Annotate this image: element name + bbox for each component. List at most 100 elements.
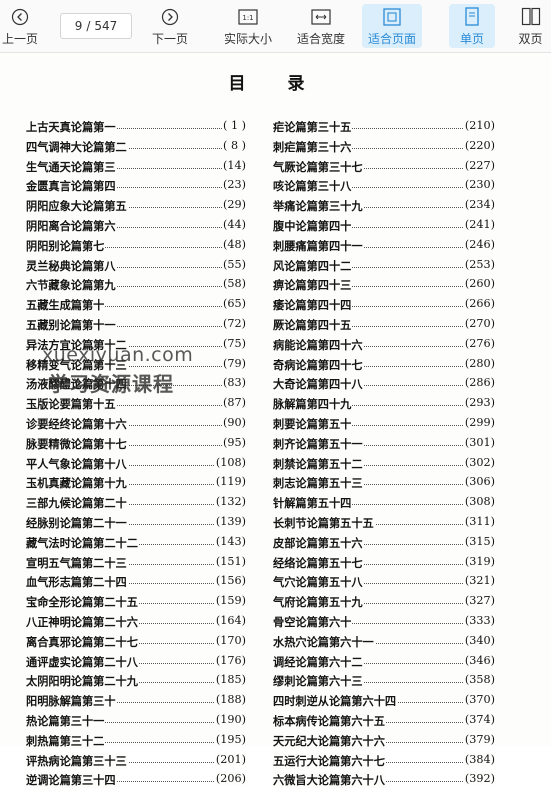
toc-entry-page: (346): [463, 653, 495, 667]
toc-entry: 刺疟篇第三十六 (220): [273, 138, 495, 159]
toc-entry-page: (190): [214, 712, 246, 726]
toc-entry-title: 阴阳别论篇第七: [26, 237, 106, 254]
actual-size-button[interactable]: 1:1 实际大小: [222, 4, 274, 48]
toc-entry-page: (333): [463, 613, 495, 627]
toc-entry-page: (201): [214, 752, 246, 766]
fit-page-button[interactable]: 适合页面: [362, 4, 422, 48]
toc-entry-title: 上古天真论篇第一: [26, 119, 117, 135]
toc-entry: 玉版论要篇第十五 (87): [26, 396, 246, 416]
toc-entry-page: (266): [463, 297, 495, 311]
toc-entry-page: (319): [463, 554, 495, 568]
toc-entry: 缪刺论篇第六十三 (358): [273, 673, 495, 693]
toc-entry-page: (164): [214, 613, 246, 627]
toc-entry-page: (75): [222, 336, 246, 350]
next-page-button[interactable]: 下一页: [150, 4, 190, 48]
toc-entry: 离合真邪论篇第二十七 (170): [26, 633, 246, 654]
toc-entry-page: (286): [463, 376, 495, 390]
toc-entry-page: (79): [222, 356, 246, 370]
toc-entry-page: (14): [222, 158, 246, 172]
toc-entry: 刺要论篇第五十 (299): [273, 415, 495, 436]
toc-entry-title: 大奇论篇第四十八: [273, 376, 364, 393]
toc-entry-title: 长刺节论篇第五十五: [273, 514, 375, 531]
toc-entry-title: 宝命全形论篇第二十五: [26, 594, 139, 611]
toc-entry-title: 宣明五气篇第二十三: [26, 554, 128, 571]
double-page-label: 双页: [518, 32, 543, 46]
toc-entry-title: 五藏生成篇第十: [26, 297, 106, 314]
toc-right-column: 疟论篇第三十五 (210) 刺疟篇第三十六 (220) 气厥论篇第三十七 (227) 咳论篇…: [273, 119, 495, 792]
next-page-label: 下一页: [151, 32, 188, 46]
prev-page-button[interactable]: 上一页: [0, 4, 40, 48]
toc-entry-title: 评热病论篇第三十三: [26, 752, 128, 769]
toc-entry-page: (270): [463, 316, 495, 330]
toc-entry-page: (220): [463, 138, 495, 152]
toc-entry: 经脉别论篇第二十一 (139): [26, 514, 246, 535]
toc-entry: 痹论篇第四十三 (260): [273, 277, 495, 297]
toc-entry-page: (299): [463, 415, 495, 429]
toc-entry-title: 阴阳离合论篇第六: [26, 217, 117, 234]
document-page: 目 录 上古天真论篇第一 ( 1 ) 四气调神大论篇第二 ( 8 ) 生气通天论篇第三 (…: [0, 53, 551, 789]
toc-entry-page: (230): [463, 178, 495, 192]
toc-entry: 阴阳离合论篇第六 (44): [26, 217, 246, 238]
toc-entry-title: 刺禁论篇第五十二: [273, 455, 364, 472]
toc-entry-page: (188): [214, 693, 246, 707]
toc-entry: 咳论篇第三十八 (230): [273, 178, 495, 198]
toc-entry-title: 骨空论篇第六十: [273, 613, 353, 630]
toc-entry-title: 水热穴论篇第六十一: [273, 633, 375, 650]
toc-entry: 脉要精微论篇第十七 (95): [26, 435, 246, 456]
toc-entry-page: (253): [463, 257, 495, 271]
toc-entry-title: 逆调论篇第三十四: [26, 772, 117, 789]
toc-entry-title: 刺齐论篇第五十一: [273, 435, 364, 452]
fit-page-icon: [381, 6, 403, 28]
toc-entry-title: 脉要精微论篇第十七: [26, 435, 128, 452]
toc-entry-title: 五藏别论篇第十一: [26, 316, 117, 333]
toc-entry-title: 气穴论篇第五十八: [273, 574, 364, 591]
toc-entry-title: 诊要经终论篇第十六: [26, 415, 128, 432]
toc-entry-title: 四时刺逆从论篇第六十四: [273, 693, 398, 710]
toc-entry: 针解篇第五十四 (308): [273, 495, 495, 515]
toc-entry: 宣明五气篇第二十三 (151): [26, 554, 246, 575]
toc-left-column: 上古天真论篇第一 ( 1 ) 四气调神大论篇第二 ( 8 ) 生气通天论篇第三 (14) 金…: [26, 119, 246, 792]
toc-entry: 玉机真藏论篇第十九 (119): [26, 475, 246, 495]
toc-entry: 标本病传论篇第六十五 (374): [273, 712, 495, 733]
watermark-url: xuexiyuan.com: [42, 344, 194, 366]
toc-entry-page: (119): [214, 475, 246, 489]
toc-entry: 刺腰痛篇第四十一 (246): [273, 237, 495, 258]
toc-entry: 三部九候论篇第二十 (132): [26, 495, 246, 515]
toc-entry: 平人气象论篇第十八 (108): [26, 455, 246, 476]
toc-entry-page: (327): [463, 594, 495, 608]
single-page-button[interactable]: 单页: [449, 4, 495, 48]
toc-entry: 长刺节论篇第五十五 (311): [273, 514, 495, 535]
double-page-icon: [520, 6, 542, 28]
fit-width-button[interactable]: 适合宽度: [294, 4, 348, 48]
toc-entry: 天元纪大论篇第六十六 (379): [273, 732, 495, 753]
toc-entry: 痿论篇第四十四 (266): [273, 297, 495, 317]
toc-entry-page: (58): [222, 277, 246, 291]
prev-page-label: 上一页: [1, 32, 38, 46]
toc-entry-title: 厥论篇第四十五: [273, 316, 353, 333]
single-page-label: 单页: [459, 32, 484, 46]
toc-entry-title: 腹中论篇第四十: [273, 217, 353, 234]
toc-entry-title: 举痛论篇第三十九: [273, 198, 364, 215]
toc-entry: 气府论篇第五十九 (327): [273, 594, 495, 614]
toc-entry-title: 平人气象论篇第十八: [26, 455, 128, 472]
toc-entry: 刺齐论篇第五十一 (301): [273, 435, 495, 456]
toc-entry: 经络论篇第五十七 (319): [273, 554, 495, 575]
toc-entry-page: (234): [463, 198, 495, 212]
double-page-button[interactable]: 双页: [510, 4, 551, 48]
toc-entry-page: (315): [463, 534, 495, 548]
current-page: 9: [74, 19, 83, 33]
toc-entry: 气穴论篇第五十八 (321): [273, 574, 495, 594]
toc-entry-page: ( 1 ): [222, 119, 246, 132]
toc-entry: 五运行大论篇第六十七 (384): [273, 752, 495, 773]
toc-entry-page: (306): [463, 475, 495, 489]
toc-entry: 阳明脉解篇第三十 (188): [26, 693, 246, 713]
toc-entry: 太阴阳明论篇第二十九 (185): [26, 673, 246, 693]
toc-entry-title: 热论篇第三十一: [26, 712, 106, 729]
toc-entry: 刺禁论篇第五十二 (302): [273, 455, 495, 476]
toc-title: 目 录: [228, 74, 323, 94]
toc-entry-page: (29): [222, 198, 246, 212]
page-number-input[interactable]: 9 / 547: [60, 13, 132, 39]
toc-entry-page: (23): [222, 178, 246, 192]
toc-entry-title: 调经论篇第六十二: [273, 653, 364, 670]
toc-entry-title: 阳明脉解篇第三十: [26, 693, 117, 710]
